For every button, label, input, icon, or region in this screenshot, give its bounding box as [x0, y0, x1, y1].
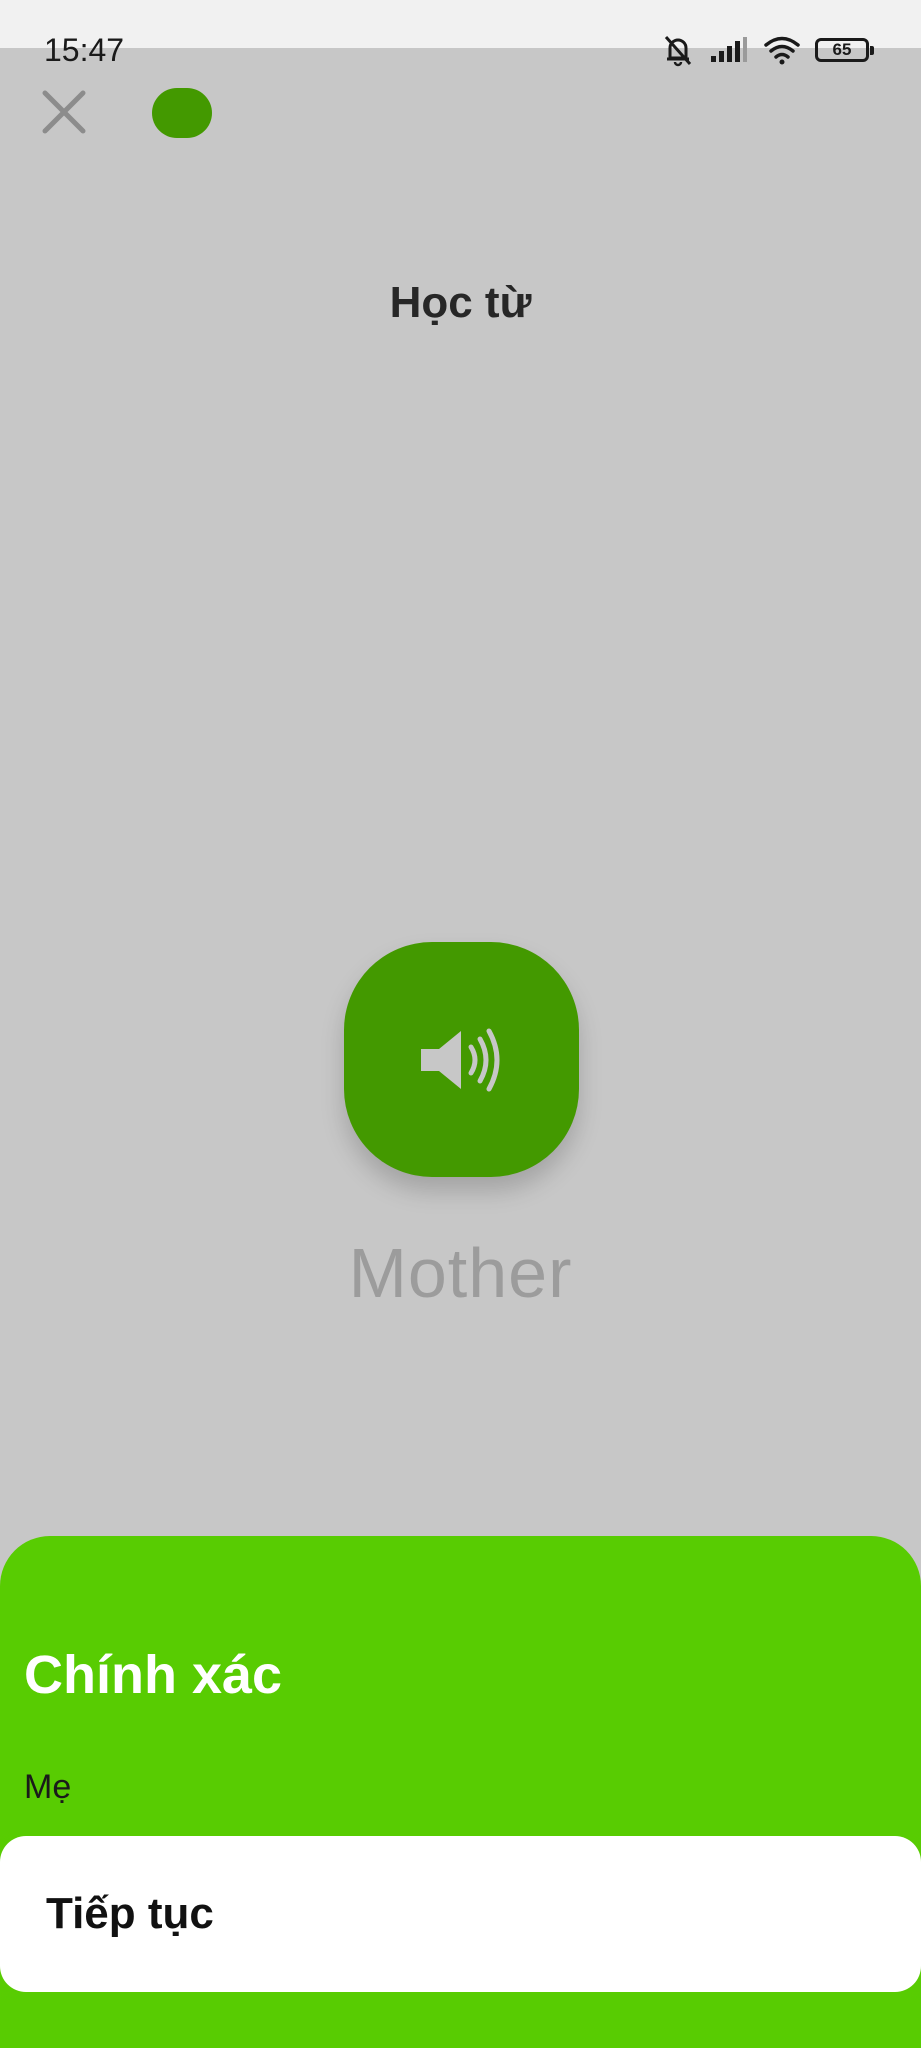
wifi-icon [764, 36, 800, 65]
battery-level: 65 [832, 40, 852, 59]
bell-muted-icon [664, 36, 692, 67]
word-meaning: Mẹ [24, 1768, 72, 1806]
status-time: 15:47 [44, 32, 125, 68]
status-icons: 65 [661, 32, 874, 68]
app-screen: Học từ Mother 15:47 65 Chính xác Mẹ Tiếp… [0, 0, 921, 2048]
status-bar: 15:47 65 [0, 0, 921, 68]
feedback-status: Chính xác [24, 1645, 283, 1705]
continue-button[interactable]: Tiếp tục [0, 1836, 921, 1992]
continue-label: Tiếp tục [46, 1889, 214, 1938]
signal-icon [711, 37, 747, 62]
feedback-sheet: Chính xác Mẹ Tiếp tục [0, 1536, 921, 2048]
battery-icon: 65 [815, 38, 874, 62]
